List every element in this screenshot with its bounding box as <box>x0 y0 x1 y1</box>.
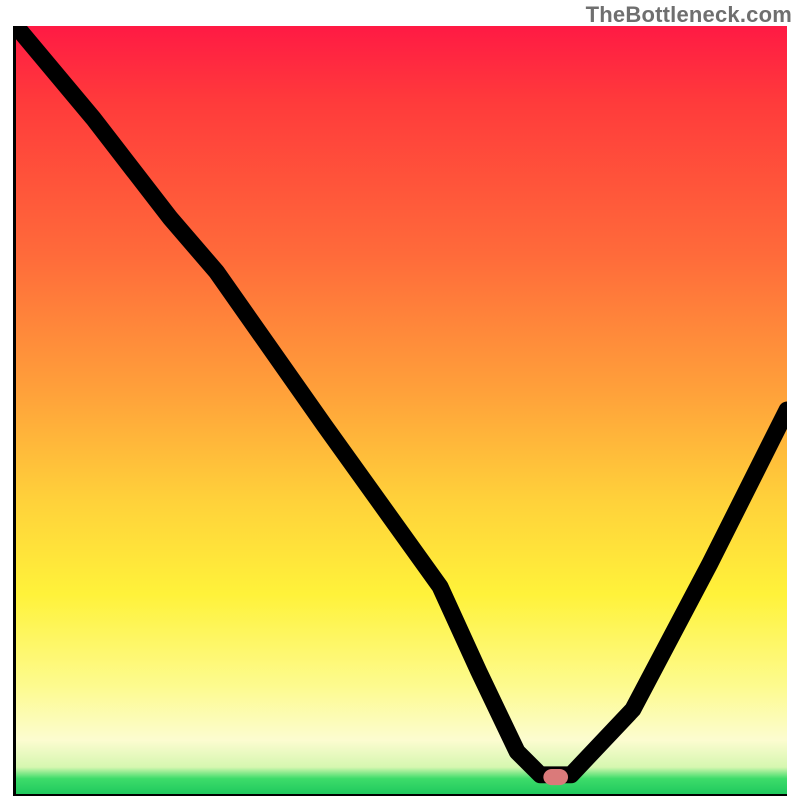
plot-area <box>16 26 787 794</box>
chart-canvas: TheBottleneck.com <box>0 0 800 800</box>
plot-frame <box>13 26 787 796</box>
watermark-text: TheBottleneck.com <box>586 2 792 28</box>
line-layer <box>16 26 787 794</box>
optimum-marker <box>543 769 568 785</box>
bottleneck-curve <box>16 26 787 775</box>
